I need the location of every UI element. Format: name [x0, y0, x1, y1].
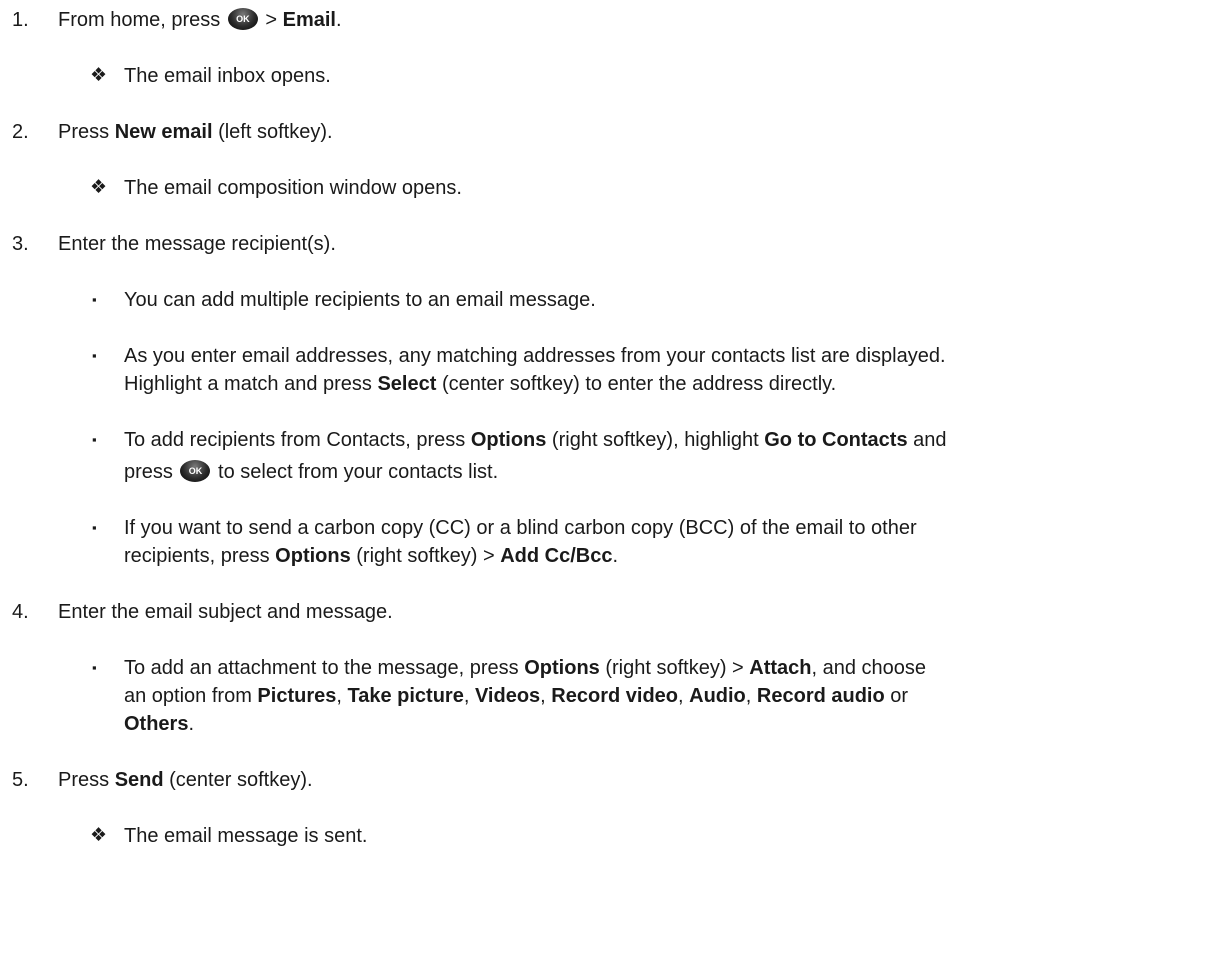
bullet-text-line-3: Others. — [124, 713, 195, 735]
square-bullet-icon: ▪ — [92, 520, 97, 535]
diamond-bullet-icon: ❖ — [90, 177, 108, 198]
step-number: 4. — [12, 601, 29, 623]
bullet-text-line-2: recipients, press Options (right softkey… — [124, 545, 619, 567]
bullet-text-line-1: To add an attachment to the message, pre… — [124, 657, 927, 679]
step-text: From home, press OK > Email. — [58, 8, 342, 31]
result-text: The email inbox opens. — [124, 65, 331, 87]
bullet-text-line-2: an option from Pictures, Take picture, V… — [124, 685, 909, 707]
step-text: Enter the message recipient(s). — [58, 233, 336, 255]
bullet-text-line-1: To add recipients from Contacts, press O… — [124, 429, 947, 451]
bullet-text-line-2: Highlight a match and press Select (cent… — [124, 373, 837, 395]
step-number: 2. — [12, 121, 29, 143]
step-text: Press New email (left softkey). — [58, 121, 333, 143]
bullet-text: You can add multiple recipients to an em… — [124, 289, 596, 311]
bullet-text-line-1: If you want to send a carbon copy (CC) o… — [124, 517, 917, 539]
bullet-text-line-1: As you enter email addresses, any matchi… — [124, 345, 946, 367]
result-text: The email message is sent. — [124, 825, 368, 847]
diamond-bullet-icon: ❖ — [90, 65, 108, 86]
diamond-bullet-icon: ❖ — [90, 825, 108, 846]
square-bullet-icon: ▪ — [92, 660, 97, 675]
step-number: 1. — [12, 9, 29, 31]
ok-key-icon: OK — [227, 8, 258, 30]
square-bullet-icon: ▪ — [92, 432, 97, 447]
result-text: The email composition window opens. — [124, 177, 462, 199]
square-bullet-icon: ▪ — [92, 292, 97, 307]
step-text: Press Send (center softkey). — [58, 769, 313, 791]
instruction-document: 1. From home, press OK > Email. ❖ The em… — [0, 0, 1215, 977]
step-text: Enter the email subject and message. — [58, 601, 393, 623]
ok-key-icon: OK — [180, 460, 211, 482]
step-number: 5. — [12, 769, 29, 791]
bullet-text-line-2: press OK to select from your contacts li… — [124, 460, 499, 483]
square-bullet-icon: ▪ — [92, 348, 97, 363]
step-number: 3. — [12, 233, 29, 255]
